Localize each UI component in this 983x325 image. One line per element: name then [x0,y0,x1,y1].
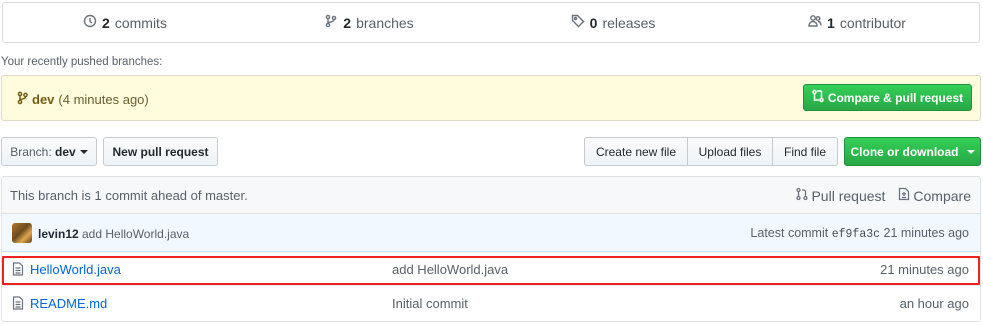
compare-link[interactable]: Compare [898,187,971,204]
file-icon [12,296,24,310]
recently-pushed-label: Your recently pushed branches: [1,56,163,68]
file-name-link[interactable]: HelloWorld.java [30,262,121,277]
repo-numbers-summary: 2 commits 2 branches 0 releases 1 contri… [2,2,980,43]
clone-download-button[interactable]: Clone or download [844,137,981,166]
branch-status-bar: This branch is 1 commit ahead of master.… [2,177,980,214]
find-file-button[interactable]: Find file [772,137,838,166]
history-icon [83,14,97,31]
branches-link[interactable]: 2 branches [247,3,491,42]
file-commit-message[interactable]: add HelloWorld.java [392,262,508,277]
branches-label: branches [356,14,414,31]
file-name-link[interactable]: README.md [30,296,107,311]
commit-author[interactable]: levin12 [38,227,79,241]
releases-label: releases [602,14,656,31]
releases-link[interactable]: 0 releases [491,3,735,42]
commit-sha[interactable]: ef9fa3c [832,228,880,241]
find-file-label: Find file [783,144,827,159]
contributors-label: contributor [839,14,906,31]
create-new-file-button[interactable]: Create new file [584,137,688,166]
new-pull-request-button[interactable]: New pull request [103,137,218,166]
file-row: README.md Initial commit an hour ago [2,286,980,320]
branch-ahead-message: This branch is 1 commit ahead of master. [10,188,248,203]
people-icon [808,14,822,31]
latest-commit-info: Latest commit ef9fa3c 21 minutes ago [750,226,969,241]
avatar[interactable] [12,223,32,243]
upload-files-button[interactable]: Upload files [687,137,773,166]
branch-select-button[interactable]: Branch: dev [1,137,97,166]
recent-branch-name[interactable]: dev [32,92,54,107]
git-branch-icon [324,14,338,31]
git-compare-icon [812,89,824,106]
chevron-down-icon [79,149,88,154]
file-age: an hour ago [899,296,969,311]
diff-icon [898,187,910,204]
chevron-down-icon [966,149,975,154]
recent-branch-notice: dev (4 minutes ago) Compare & pull reque… [1,75,981,121]
latest-commit-bar: levin12 add HelloWorld.java Latest commi… [2,214,980,252]
recent-branch: dev (4 minutes ago) [17,91,149,108]
file-commit-message[interactable]: Initial commit [392,296,468,311]
contributors-count: 1 [827,14,835,31]
branches-count: 2 [343,14,352,31]
compare-label: Compare [913,187,971,204]
compare-pull-request-button[interactable]: Compare & pull request [803,84,972,111]
commits-label: commits [114,14,167,31]
latest-commit-prefix: Latest commit [750,226,829,240]
commits-link[interactable]: 2 commits [3,3,247,42]
contributors-link[interactable]: 1 contributor [735,3,979,42]
releases-count: 0 [589,14,598,31]
tag-icon [571,14,585,31]
file-row: HelloWorld.java add HelloWorld.java 21 m… [2,252,980,286]
upload-files-label: Upload files [698,144,762,159]
new-pull-request-label: New pull request [112,144,209,159]
file-navigation-table: This branch is 1 commit ahead of master.… [1,176,981,322]
branch-prefix: Branch: [10,144,52,159]
pull-request-link[interactable]: Pull request [796,187,885,204]
branch-value: dev [55,144,76,159]
file-age: 21 minutes ago [880,262,969,277]
clone-download-label: Clone or download [850,144,959,159]
compare-pull-request-label: Compare & pull request [827,90,964,105]
git-branch-icon [17,91,28,108]
commits-count: 2 [102,14,110,31]
commit-message[interactable]: add HelloWorld.java [82,227,189,241]
pull-request-label: Pull request [811,187,886,204]
file-icon [12,262,24,276]
commit-time: 21 minutes ago [883,226,969,240]
create-new-file-label: Create new file [595,144,677,159]
recent-branch-time: (4 minutes ago) [58,92,149,107]
git-pull-request-icon [796,187,809,204]
